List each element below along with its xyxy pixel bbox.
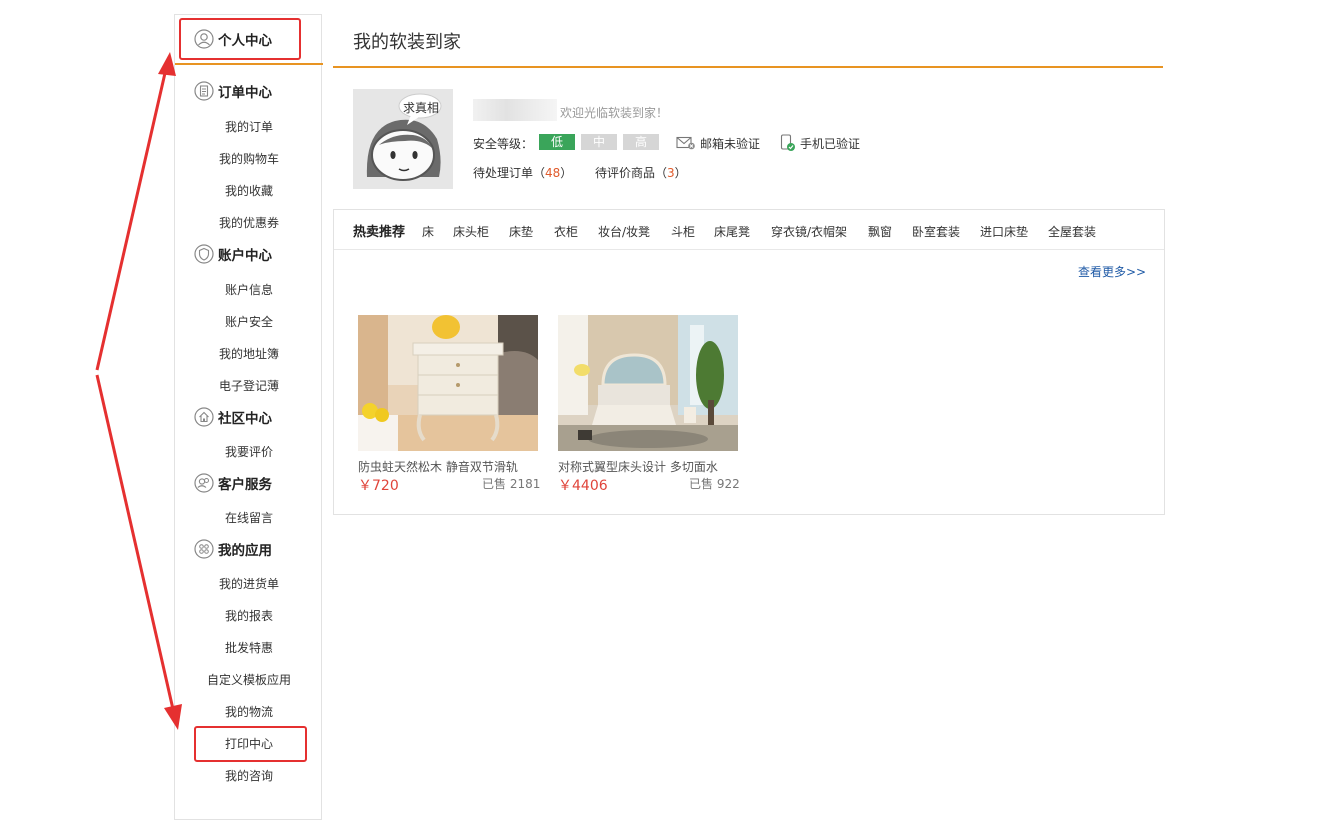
hot-category-bay-window[interactable]: 飘窗 (868, 223, 892, 240)
pending-reviews-count: 3 (667, 166, 675, 180)
product-image-bed[interactable] (558, 315, 738, 451)
apps-icon (194, 539, 214, 559)
product-price: ￥4406 (558, 478, 608, 494)
shield-icon (194, 244, 214, 264)
sidebar-header-label: 账户中心 (218, 248, 272, 264)
hot-recommend-panel: 热卖推荐 床 床头柜 床垫 衣柜 妆台/妆凳 斗柜 床尾凳 穿衣镜/衣帽架 飘窗… (333, 209, 1165, 515)
document-icon (194, 81, 214, 101)
highlight-box-print-center (194, 726, 307, 762)
sidebar-header-order-center[interactable]: 订单中心 (194, 79, 272, 103)
phone-check-icon (780, 134, 796, 152)
highlight-box-personal-center (179, 18, 301, 60)
hot-category-wardrobe[interactable]: 衣柜 (554, 223, 578, 240)
arrow-down-head (164, 704, 182, 730)
sidebar-item-favorites[interactable]: 我的收藏 (175, 182, 323, 200)
username-blurred (473, 99, 557, 121)
product-sold-count: 已售 2181 (482, 477, 541, 491)
sidebar-item-logistics[interactable]: 我的物流 (175, 703, 323, 721)
product-name[interactable]: 防虫蛀天然松木 静音双节滑轨 (358, 458, 518, 475)
sidebar-item-my-orders[interactable]: 我的订单 (175, 118, 323, 136)
phone-status-text: 手机已验证 (800, 136, 861, 151)
sidebar-header-customer-service[interactable]: 客户服务 (194, 471, 272, 495)
sidebar-item-e-register[interactable]: 电子登记薄 (175, 377, 323, 395)
hot-category-dresser[interactable]: 妆台/妆凳 (598, 223, 650, 240)
sidebar-item-inquiries[interactable]: 我的咨询 (175, 767, 323, 785)
pending-orders-count: 48 (545, 166, 561, 180)
sidebar: 个人中心 订单中心 我的订单 我的购物车 我的收藏 我的优惠券 账户中心 账户信… (174, 14, 323, 820)
hot-category-bed[interactable]: 床 (422, 223, 434, 240)
hot-title: 热卖推荐 (353, 225, 406, 240)
see-more-link[interactable]: 查看更多>> (1078, 263, 1146, 280)
welcome-text: 欢迎光临软装到家！ (560, 106, 669, 120)
annotation-arrows (95, 52, 182, 730)
security-level-medium: 中 (581, 134, 617, 150)
product-price: ￥720 (358, 478, 399, 494)
page-title: 我的软装到家 (353, 32, 461, 53)
pending-reviews-label: 待评价商品（ (595, 166, 668, 180)
sidebar-item-coupons[interactable]: 我的优惠券 (175, 214, 323, 232)
security-level-high: 高 (623, 134, 659, 150)
sidebar-header-label: 订单中心 (218, 85, 272, 101)
sidebar-header-label: 客户服务 (218, 477, 272, 493)
sidebar-header-my-apps[interactable]: 我的应用 (194, 537, 272, 561)
hot-category-nightstand[interactable]: 床头柜 (453, 223, 489, 240)
sidebar-header-label: 社区中心 (218, 411, 272, 427)
avatar[interactable]: 求真相 (353, 89, 453, 189)
pending-orders-label: 待处理订单（ (473, 166, 546, 180)
sidebar-header-account-center[interactable]: 账户中心 (194, 242, 272, 266)
sidebar-item-reports[interactable]: 我的报表 (175, 607, 323, 625)
hot-category-bar: 热卖推荐 床 床头柜 床垫 衣柜 妆台/妆凳 斗柜 床尾凳 穿衣镜/衣帽架 飘窗… (334, 210, 1164, 250)
sidebar-header-community-center[interactable]: 社区中心 (194, 405, 272, 429)
arrow-up-head (158, 52, 176, 76)
email-status-text: 邮箱未验证 (700, 136, 761, 151)
envelope-x-icon (676, 136, 696, 150)
avatar-caption: 求真相 (402, 101, 439, 115)
sidebar-item-wholesale[interactable]: 批发特惠 (175, 639, 323, 657)
security-level-low: 低 (539, 134, 575, 150)
hot-category-mirror[interactable]: 穿衣镜/衣帽架 (771, 223, 847, 240)
sidebar-item-account-info[interactable]: 账户信息 (175, 281, 323, 299)
product-sold-count: 已售 922 (689, 477, 740, 491)
arrow-up-line (95, 59, 170, 371)
hot-category-whole-house[interactable]: 全屋套装 (1048, 223, 1096, 240)
sidebar-item-write-review[interactable]: 我要评价 (175, 443, 323, 461)
hot-category-chest[interactable]: 斗柜 (671, 223, 695, 240)
home-icon (194, 407, 214, 427)
sidebar-item-custom-template[interactable]: 自定义模板应用 (175, 671, 323, 689)
security-level-label: 安全等级： (473, 137, 534, 151)
close-paren: ） (674, 166, 687, 180)
arrow-down-line (95, 374, 177, 719)
phone-verify-status[interactable]: 手机已验证 (780, 134, 860, 152)
sidebar-item-account-security[interactable]: 账户安全 (175, 313, 323, 331)
pending-orders[interactable]: 待处理订单（48） (473, 164, 572, 181)
pending-reviews[interactable]: 待评价商品（3） (595, 164, 687, 181)
hot-category-bench[interactable]: 床尾凳 (714, 223, 750, 240)
sidebar-item-online-message[interactable]: 在线留言 (175, 509, 323, 527)
hot-category-mattress[interactable]: 床垫 (509, 223, 533, 240)
product-image-nightstand[interactable] (358, 315, 538, 451)
email-verify-status[interactable]: 邮箱未验证 (676, 134, 760, 152)
sidebar-header-label: 我的应用 (218, 543, 272, 559)
service-icon (194, 473, 214, 493)
close-paren: ） (560, 166, 573, 180)
sidebar-item-purchase-list[interactable]: 我的进货单 (175, 575, 323, 593)
product-name[interactable]: 对称式翼型床头设计 多切面水 (558, 458, 718, 475)
sidebar-item-cart[interactable]: 我的购物车 (175, 150, 323, 168)
title-divider (333, 66, 1163, 68)
sidebar-item-address-book[interactable]: 我的地址簿 (175, 345, 323, 363)
hot-category-bedroom-set[interactable]: 卧室套装 (912, 223, 960, 240)
hot-category-import-mattress[interactable]: 进口床垫 (980, 223, 1028, 240)
